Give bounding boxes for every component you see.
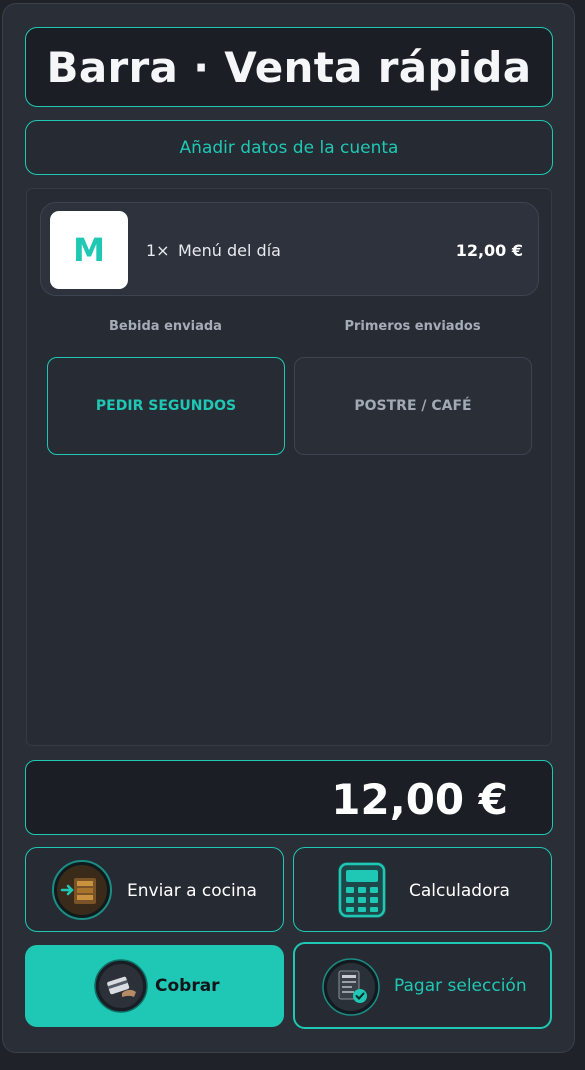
order-line-item[interactable]: M 1× Menú del día 12,00 € <box>40 202 539 296</box>
kitchen-icon <box>52 860 112 920</box>
request-mains-button[interactable]: PEDIR SEGUNDOS <box>47 357 285 455</box>
payment-icon <box>94 959 148 1013</box>
send-to-kitchen-button[interactable]: Enviar a cocina <box>25 847 284 932</box>
charge-label: Cobrar <box>155 976 220 996</box>
sale-panel: Barra · Venta rápida Añadir datos de la … <box>2 3 575 1053</box>
dessert-coffee-label: POSTRE / CAFÉ <box>354 398 472 414</box>
charge-button[interactable]: Cobrar <box>25 945 284 1027</box>
request-mains-label: PEDIR SEGUNDOS <box>95 398 237 414</box>
pay-selection-button[interactable]: Pagar selección <box>293 942 552 1029</box>
status-drinks-sent: Bebida enviada <box>109 319 222 334</box>
pay-selection-label: Pagar selección <box>394 976 527 996</box>
send-to-kitchen-label: Enviar a cocina <box>127 881 257 901</box>
calculator-label: Calculadora <box>409 881 510 901</box>
dessert-coffee-button[interactable]: POSTRE / CAFÉ <box>294 357 532 455</box>
calculator-button[interactable]: Calculadora <box>293 847 552 932</box>
receipt-check-icon <box>322 958 380 1016</box>
add-account-data-label: Añadir datos de la cuenta <box>179 137 399 158</box>
page-title-box: Barra · Venta rápida <box>25 27 553 107</box>
calculator-icon <box>334 860 390 920</box>
page-title: Barra · Venta rápida <box>46 42 532 92</box>
product-avatar: M <box>50 211 128 289</box>
status-starters-sent: Primeros enviados <box>344 319 481 334</box>
order-list: M 1× Menú del día 12,00 € Bebida enviada… <box>26 188 552 746</box>
add-account-data-button[interactable]: Añadir datos de la cuenta <box>25 120 553 175</box>
order-line-price: 12,00 € <box>455 241 523 260</box>
product-avatar-letter: M <box>73 231 105 269</box>
total-display: 12,00 € <box>25 760 553 835</box>
order-line-name: Menú del día <box>178 241 281 260</box>
total-amount: 12,00 € <box>331 775 508 824</box>
order-line-quantity: 1× <box>146 241 170 260</box>
